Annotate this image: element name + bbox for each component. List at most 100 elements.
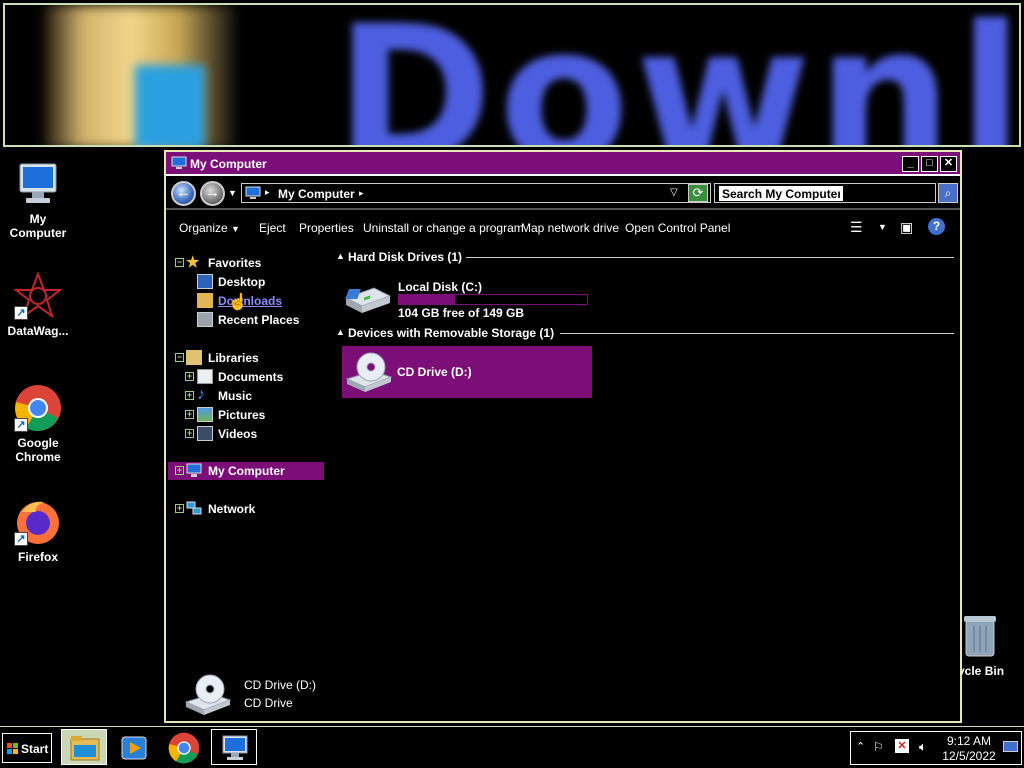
map-network-drive-button[interactable]: Map network drive bbox=[521, 221, 619, 235]
nav-item-recent-places[interactable]: Recent Places bbox=[166, 311, 326, 329]
back-button[interactable]: ← bbox=[171, 181, 196, 206]
expand-toggle-icon[interactable]: + bbox=[185, 372, 194, 381]
cd-drive-icon bbox=[184, 674, 232, 715]
folder-icon bbox=[70, 736, 100, 761]
search-icon[interactable]: ⌕ bbox=[938, 183, 958, 203]
nav-item-network[interactable]: + Network bbox=[166, 500, 326, 518]
nav-item-pictures[interactable]: + Pictures bbox=[166, 406, 326, 424]
help-icon[interactable]: ? bbox=[928, 218, 945, 235]
group-header-removable-storage[interactable]: ▲ Devices with Removable Storage (1) bbox=[336, 326, 954, 342]
navigation-pane: − ★ Favorites Desktop Downloads Recent P… bbox=[166, 248, 328, 718]
chevron-down-icon[interactable]: ▼ bbox=[878, 222, 887, 232]
hard-drive-icon bbox=[344, 287, 392, 313]
windows-logo-icon bbox=[7, 743, 19, 758]
close-button[interactable]: ✕ bbox=[940, 156, 957, 172]
computer-icon bbox=[222, 735, 248, 760]
disk-usage-bar bbox=[398, 294, 588, 305]
nav-item-documents[interactable]: + Documents bbox=[166, 368, 326, 386]
minimize-button[interactable]: _ bbox=[902, 156, 919, 172]
uninstall-program-button[interactable]: Uninstall or change a program bbox=[363, 221, 524, 235]
nav-label: Music bbox=[218, 389, 253, 403]
desktop-icon-label: My Computer bbox=[9, 212, 67, 240]
nav-label: Network bbox=[208, 502, 256, 516]
maximize-button[interactable]: □ bbox=[921, 156, 938, 172]
collapse-toggle-icon[interactable]: − bbox=[175, 258, 184, 267]
taskbar-explorer-button[interactable] bbox=[61, 729, 107, 765]
breadcrumb-separator[interactable]: ▸ bbox=[359, 188, 364, 199]
preview-pane-icon[interactable]: ▣ bbox=[900, 219, 913, 236]
recent-pages-dropdown-icon[interactable]: ▼ bbox=[228, 188, 237, 198]
clock-time: 9:12 AM bbox=[946, 734, 992, 748]
network-disconnected-icon[interactable]: ✕ bbox=[895, 739, 909, 753]
music-icon: ♪ bbox=[197, 386, 205, 403]
collapse-caret-icon: ▲ bbox=[336, 327, 345, 337]
address-box[interactable]: ▸ My Computer ▸ ▽ bbox=[241, 183, 711, 203]
computer-icon bbox=[186, 463, 202, 477]
libraries-icon bbox=[186, 350, 202, 365]
expand-toggle-icon[interactable]: + bbox=[175, 504, 184, 513]
expand-toggle-icon[interactable]: + bbox=[175, 466, 184, 475]
nav-label: Recent Places bbox=[218, 313, 300, 327]
nav-item-favorites[interactable]: − ★ Favorites bbox=[166, 254, 326, 272]
nav-item-libraries[interactable]: − Libraries bbox=[166, 349, 326, 367]
drive-label: CD Drive (D:) bbox=[397, 365, 472, 379]
recycle-bin-icon bbox=[962, 612, 998, 660]
computer-icon bbox=[171, 156, 187, 169]
cd-drive-d[interactable]: CD Drive (D:) bbox=[342, 346, 592, 398]
local-disk-c[interactable]: Local Disk (C:) 104 GB free of 149 GB bbox=[342, 278, 602, 320]
expand-toggle-icon[interactable]: + bbox=[185, 429, 194, 438]
group-header-hard-disk-drives[interactable]: ▲ Hard Disk Drives (1) bbox=[336, 250, 954, 266]
group-divider bbox=[560, 333, 954, 334]
view-options-icon[interactable]: ☰ bbox=[850, 219, 863, 236]
details-item-type: CD Drive bbox=[244, 696, 293, 710]
drive-free-space: 104 GB free of 149 GB bbox=[398, 306, 525, 320]
clock-date: 12/5/2022 bbox=[942, 749, 996, 763]
blurred-downloads-text: Downlo: bbox=[335, 3, 1021, 147]
title-bar[interactable]: My Computer _ □ ✕ bbox=[166, 152, 960, 176]
shortcut-arrow-icon: ↗ bbox=[14, 532, 28, 546]
open-control-panel-button[interactable]: Open Control Panel bbox=[625, 221, 730, 235]
desktop-icon-firefox[interactable]: ↗ Firefox bbox=[0, 498, 76, 564]
desktop-icon-google-chrome[interactable]: ↗ Google Chrome bbox=[0, 384, 76, 464]
desktop-icon-label: DataWag... bbox=[7, 324, 69, 338]
nav-item-my-computer[interactable]: + My Computer bbox=[168, 462, 324, 480]
address-history-dropdown-icon[interactable]: ▽ bbox=[670, 187, 678, 198]
blurred-folder-accent bbox=[135, 65, 205, 145]
network-icon bbox=[186, 501, 202, 515]
properties-button[interactable]: Properties bbox=[299, 221, 354, 235]
expand-toggle-icon[interactable]: + bbox=[185, 410, 194, 419]
clock[interactable]: 9:12 AM 12/5/2022 bbox=[939, 734, 999, 764]
details-item-name: CD Drive (D:) bbox=[244, 678, 316, 692]
forward-button[interactable]: → bbox=[200, 181, 225, 206]
zoomed-background-image: Downlo: bbox=[3, 3, 1021, 147]
taskbar-media-player-button[interactable] bbox=[110, 729, 156, 765]
media-player-icon bbox=[121, 736, 147, 760]
show-hidden-icons-icon[interactable]: ⌃ bbox=[856, 740, 865, 753]
breadcrumb-separator[interactable]: ▸ bbox=[265, 187, 270, 198]
show-desktop-icon[interactable] bbox=[1003, 741, 1018, 752]
expand-toggle-icon[interactable]: + bbox=[185, 391, 194, 400]
taskbar-chrome-button[interactable] bbox=[160, 729, 206, 765]
desktop-icon-my-computer[interactable]: My Computer bbox=[0, 160, 76, 240]
system-tray: ⌃ ⚐ ✕ 🔈︎ 9:12 AM 12/5/2022 bbox=[850, 731, 1022, 765]
recent-places-icon bbox=[197, 312, 213, 327]
search-input[interactable] bbox=[719, 186, 843, 201]
nav-item-desktop[interactable]: Desktop bbox=[166, 273, 326, 291]
nav-item-videos[interactable]: + Videos bbox=[166, 425, 326, 443]
start-button[interactable]: Start bbox=[2, 733, 52, 763]
desktop-icon-datawag[interactable]: ↗ DataWag... bbox=[0, 271, 76, 338]
collapse-toggle-icon[interactable]: − bbox=[175, 353, 184, 362]
cd-drive-icon bbox=[345, 352, 393, 392]
nav-label: Pictures bbox=[218, 408, 266, 422]
eject-button[interactable]: Eject bbox=[259, 221, 286, 235]
organize-menu[interactable]: Organize ▼ bbox=[179, 221, 240, 235]
desktop-icon-recycle-bin[interactable]: ycle Bin bbox=[958, 612, 1024, 678]
nav-item-music[interactable]: + ♪ Music bbox=[166, 386, 326, 405]
volume-icon[interactable]: 🔈︎ bbox=[919, 739, 927, 755]
taskbar-my-computer-button[interactable] bbox=[211, 729, 257, 765]
action-center-icon[interactable]: ⚐ bbox=[873, 740, 884, 754]
chrome-icon: ↗ bbox=[14, 384, 62, 432]
refresh-button[interactable]: ⟳ bbox=[688, 184, 708, 202]
breadcrumb-my-computer[interactable]: My Computer bbox=[278, 187, 355, 201]
computer-icon bbox=[245, 186, 261, 199]
